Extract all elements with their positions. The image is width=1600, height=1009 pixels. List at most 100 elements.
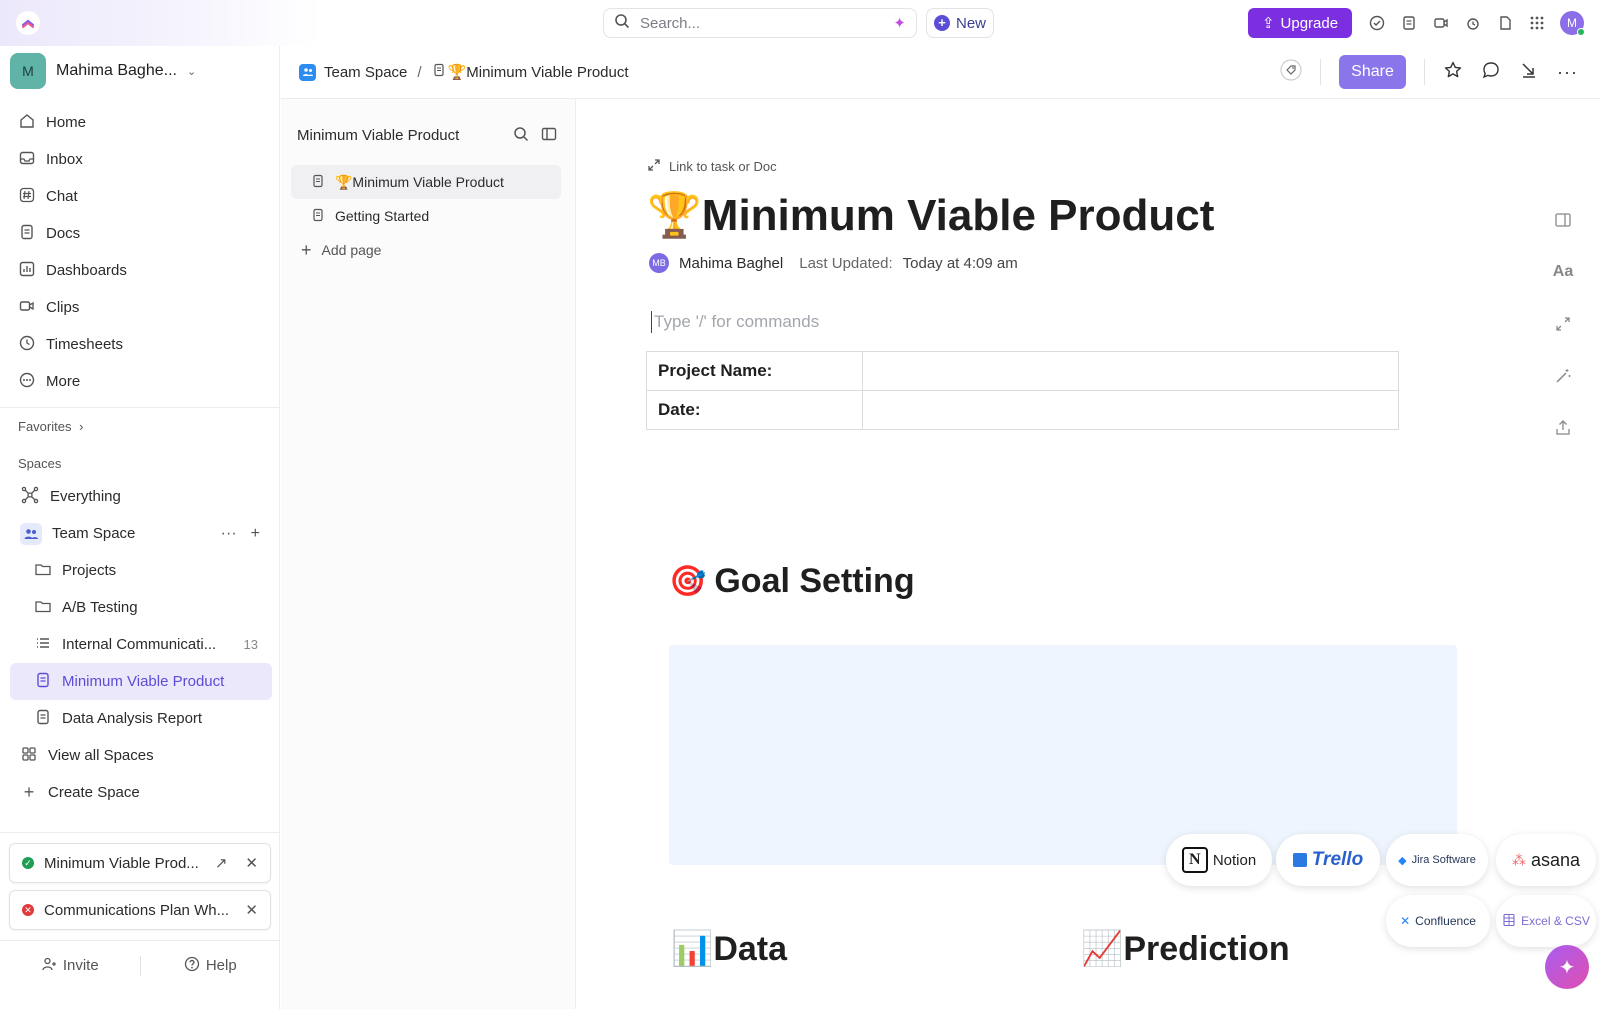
folder-projects[interactable]: Projects — [10, 552, 272, 589]
nav-home[interactable]: Home — [10, 104, 270, 141]
integration-jira[interactable]: ◆ Jira Software — [1386, 834, 1488, 886]
new-button[interactable]: + New — [926, 8, 994, 38]
doc-minimum-viable-product[interactable]: Minimum Viable Product — [10, 663, 272, 700]
help-button[interactable]: Help — [141, 956, 281, 976]
nav-dashboards[interactable]: Dashboards — [10, 252, 270, 289]
table-cell-value[interactable] — [862, 351, 1399, 391]
doc-data-analysis-report[interactable]: Data Analysis Report — [10, 700, 272, 737]
close-icon[interactable]: ✕ — [245, 854, 258, 872]
command-input[interactable]: Type '/' for commands — [651, 311, 819, 333]
link-arrows-icon[interactable] — [1552, 313, 1574, 335]
table-cell-value[interactable] — [862, 390, 1399, 430]
favorites-section[interactable]: Favorites › — [18, 419, 83, 434]
doc-title[interactable]: 🏆Minimum Viable Product — [647, 189, 1214, 241]
upgrade-label: Upgrade — [1280, 14, 1339, 32]
panel-toggle-icon[interactable] — [541, 126, 557, 147]
page-item-getting-started[interactable]: Getting Started — [291, 199, 561, 233]
breadcrumb-doc[interactable]: 🏆Minimum Viable Product — [448, 63, 629, 81]
integration-asana[interactable]: ⁂ asana — [1496, 834, 1596, 886]
table-cell-key[interactable]: Project Name: — [646, 351, 863, 391]
folder-ab-testing[interactable]: A/B Testing — [10, 589, 272, 626]
top-bar-glow — [0, 0, 320, 46]
nav-timesheets[interactable]: Timesheets — [10, 326, 270, 363]
tag-icon[interactable] — [1280, 58, 1302, 86]
search-input[interactable]: Search... — [640, 15, 893, 32]
user-avatar[interactable]: M — [1560, 11, 1585, 36]
nav-inbox[interactable]: Inbox — [10, 141, 270, 178]
data-heading[interactable]: 📊Data — [671, 929, 787, 969]
comment-icon[interactable] — [1481, 60, 1501, 85]
recent-item-comm-plan[interactable]: ✕ Communications Plan Wh... ✕ — [9, 890, 271, 930]
add-icon[interactable]: + — [251, 525, 260, 543]
sidebar-panel-icon[interactable] — [1552, 209, 1574, 231]
more-horizontal-icon[interactable]: ··· — [1557, 62, 1578, 83]
recent-item-mvp[interactable]: ✓ Minimum Viable Prod... ↗ ✕ — [9, 843, 271, 883]
clips-icon — [18, 297, 36, 319]
goal-setting-block[interactable] — [669, 645, 1457, 865]
search-bar[interactable]: Search... ✦ — [603, 8, 917, 38]
author-name: Mahima Baghel — [679, 254, 784, 272]
nav-clips[interactable]: Clips — [10, 289, 270, 326]
open-external-icon[interactable]: ↗ — [215, 854, 228, 872]
nav-chat-label: Chat — [46, 188, 78, 205]
upgrade-button[interactable]: ⇪ Upgrade — [1248, 8, 1352, 38]
close-icon[interactable]: ✕ — [245, 901, 258, 919]
more-horizontal-icon[interactable]: ··· — [221, 525, 237, 543]
add-page-label: Add page — [321, 242, 382, 258]
sidebar: M Mahima Baghe... ⌄ Home Inbox Chat Docs… — [0, 46, 280, 1009]
integration-trello[interactable]: Trello — [1276, 834, 1380, 886]
breadcrumb: Team Space / 🏆Minimum Viable Product — [299, 63, 629, 81]
invite-label: Invite — [62, 957, 99, 974]
nav-chat[interactable]: Chat — [10, 178, 270, 215]
integration-notion[interactable]: N Notion — [1166, 834, 1272, 886]
create-space[interactable]: + Create Space — [10, 774, 272, 811]
space-team-space[interactable]: Team Space ··· + — [10, 515, 272, 552]
table-cell-key[interactable]: Date: — [646, 390, 863, 430]
ai-assistant-button[interactable]: ✦ — [1545, 945, 1589, 989]
pages-panel-title: Minimum Viable Product — [297, 127, 460, 144]
search-icon[interactable] — [513, 126, 529, 147]
nav-docs[interactable]: Docs — [10, 215, 270, 252]
nav-timesheets-label: Timesheets — [46, 336, 123, 353]
folder-icon — [34, 560, 52, 582]
docs-icon — [18, 223, 36, 245]
collapse-arrow-icon[interactable] — [1519, 60, 1539, 85]
clickup-logo-icon[interactable] — [16, 11, 40, 35]
header-actions: Share ··· — [1280, 55, 1578, 89]
apps-grid-icon[interactable] — [1526, 12, 1548, 34]
prediction-heading[interactable]: 📈Prediction — [1081, 929, 1290, 969]
magic-wand-icon[interactable] — [1552, 365, 1574, 387]
breadcrumb-space[interactable]: Team Space — [324, 64, 407, 81]
export-icon[interactable] — [1552, 417, 1574, 439]
list-internal-communication[interactable]: Internal Communicati... 13 — [10, 626, 272, 663]
integration-excel-csv[interactable]: Excel & CSV — [1496, 895, 1596, 947]
view-all-spaces[interactable]: View all Spaces — [10, 737, 272, 774]
nav-more[interactable]: More — [10, 363, 270, 400]
integration-confluence[interactable]: ✕ Confluence — [1386, 895, 1490, 947]
check-circle-icon[interactable] — [1366, 12, 1388, 34]
share-button[interactable]: Share — [1339, 55, 1407, 89]
page-item-mvp[interactable]: 🏆Minimum Viable Product — [291, 165, 561, 199]
font-settings-icon[interactable]: Aa — [1552, 261, 1574, 283]
link-to-task-button[interactable]: Link to task or Doc — [647, 158, 777, 175]
star-icon[interactable] — [1443, 60, 1463, 85]
doc-icon[interactable] — [1494, 12, 1516, 34]
author-avatar[interactable]: MB — [649, 253, 669, 273]
table-row: Date: — [646, 390, 1399, 430]
notion-icon: N — [1181, 847, 1208, 873]
invite-button[interactable]: Invite — [0, 956, 140, 976]
ai-sparkle-icon[interactable]: ✦ — [893, 14, 906, 32]
inbox-icon — [18, 149, 36, 171]
space-everything[interactable]: Everything — [10, 478, 272, 515]
video-icon[interactable] — [1430, 12, 1452, 34]
goal-setting-heading[interactable]: 🎯 Goal Setting — [669, 562, 915, 601]
workspace-switcher[interactable]: M Mahima Baghe... ⌄ — [10, 53, 196, 89]
add-page-button[interactable]: + Add page — [291, 233, 561, 267]
alarm-clock-icon[interactable] — [1462, 12, 1484, 34]
integration-label: Excel & CSV — [1521, 914, 1590, 928]
folder-projects-label: Projects — [62, 562, 117, 579]
doc-mvp-label: Minimum Viable Product — [62, 673, 225, 690]
notepad-icon[interactable] — [1398, 12, 1420, 34]
list-icon — [34, 634, 52, 656]
asana-icon: ⁂ — [1511, 851, 1526, 868]
